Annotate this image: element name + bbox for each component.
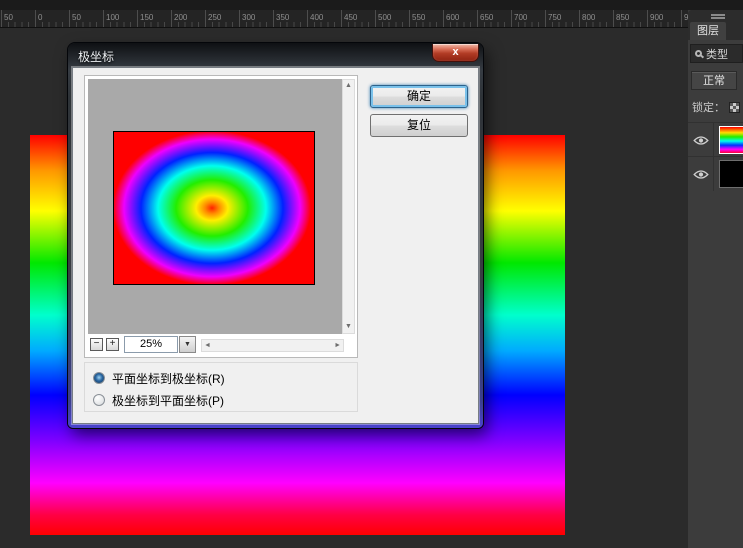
scroll-down-icon[interactable]: ▼ <box>345 321 352 333</box>
layer-thumbnail-black[interactable] <box>719 160 743 188</box>
radio-polar-to-rect-label: 极坐标到平面坐标(P) <box>112 392 224 409</box>
search-icon <box>695 50 702 57</box>
preview-viewport[interactable] <box>88 79 342 334</box>
eye-icon <box>693 169 709 180</box>
ruler-tick-label: 350 <box>276 13 289 22</box>
ruler-tick-label: 750 <box>548 13 561 22</box>
scroll-left-icon[interactable]: ◄ <box>202 342 213 349</box>
ruler-tick-label: 200 <box>174 13 187 22</box>
radio-rect-to-polar[interactable]: 平面坐标到极坐标(R) <box>93 370 225 386</box>
lock-transparency-icon[interactable] <box>729 102 740 113</box>
dialog-body: ▲ ▼ − + 25% ▼ ◄ ► 平面坐标到极坐标(R) 极坐标到平 <box>72 67 479 424</box>
ruler-tick-label: 500 <box>378 13 391 22</box>
app-top-strip <box>0 0 743 10</box>
lock-options-row: 锁定： <box>688 95 743 119</box>
layers-panel-body: 类型 正常 锁定： <box>688 40 743 548</box>
layer-thumbnail-rainbow[interactable] <box>719 126 743 154</box>
ruler-tick-label: 950 <box>684 13 688 22</box>
visibility-toggle[interactable] <box>688 123 714 157</box>
layers-panel: 图层 类型 正常 锁定： <box>688 10 743 548</box>
preview-panel: ▲ ▼ − + 25% ▼ ◄ ► <box>84 75 358 358</box>
ruler-tick-label: 100 <box>106 13 119 22</box>
ruler-tick-label: 900 <box>650 13 663 22</box>
ruler-tick-label: 850 <box>616 13 629 22</box>
close-icon[interactable]: x <box>432 44 479 62</box>
zoom-in-button[interactable]: + <box>106 338 119 351</box>
layer-filter-field[interactable]: 类型 <box>690 44 743 63</box>
reset-button[interactable]: 复位 <box>370 114 468 137</box>
layer-row-gradient[interactable] <box>688 122 743 156</box>
tab-layers[interactable]: 图层 <box>690 22 726 40</box>
eye-icon <box>693 135 709 146</box>
ruler-tick-label: 650 <box>480 13 493 22</box>
ruler-tick-label: 600 <box>446 13 459 22</box>
panel-header-strip <box>688 10 743 22</box>
collapse-panel-icon[interactable] <box>711 14 725 19</box>
ruler-tick-label: 300 <box>242 13 255 22</box>
horizontal-ruler: 5005010015020025030035040045050055060065… <box>0 10 688 28</box>
preview-horizontal-scrollbar[interactable]: ◄ ► <box>201 339 344 352</box>
radio-unselected-icon <box>93 394 105 406</box>
zoom-percent-value[interactable]: 25% <box>124 336 178 353</box>
dialog-title: 极坐标 <box>78 48 114 65</box>
radio-polar-to-rect[interactable]: 极坐标到平面坐标(P) <box>93 392 224 408</box>
zoom-controls-row: − + 25% ▼ ◄ ► <box>88 336 356 356</box>
conversion-options-group: 平面坐标到极坐标(R) 极坐标到平面坐标(P) <box>84 362 358 412</box>
panel-tab-bar: 图层 <box>688 22 743 40</box>
ruler-tick-label: 50 <box>72 13 81 22</box>
ruler-tick-label: 700 <box>514 13 527 22</box>
ok-button[interactable]: 确定 <box>370 85 468 108</box>
ruler-tick-label: 50 <box>4 13 13 22</box>
polar-preview-image <box>113 131 315 285</box>
visibility-toggle[interactable] <box>688 157 714 191</box>
ruler-tick-label: 0 <box>38 13 42 22</box>
radio-selected-icon <box>93 372 105 384</box>
layers-list <box>688 122 743 190</box>
layer-row-black[interactable] <box>688 156 743 190</box>
zoom-dropdown-button[interactable]: ▼ <box>179 336 196 353</box>
ruler-tick-label: 250 <box>208 13 221 22</box>
ruler-tick-label: 450 <box>344 13 357 22</box>
ruler-tick-label: 550 <box>412 13 425 22</box>
scroll-right-icon[interactable]: ► <box>332 342 343 349</box>
polar-coordinates-dialog: 极坐标 x ▲ ▼ − + 25% ▼ ◄ ► <box>68 43 483 428</box>
blend-mode-row: 正常 <box>688 67 743 93</box>
radio-rect-to-polar-label: 平面坐标到极坐标(R) <box>112 370 225 387</box>
preview-vertical-scrollbar[interactable]: ▲ ▼ <box>342 79 355 334</box>
zoom-out-button[interactable]: − <box>90 338 103 351</box>
ruler-tick-label: 150 <box>140 13 153 22</box>
ruler-tick-label: 800 <box>582 13 595 22</box>
scroll-up-icon[interactable]: ▲ <box>345 80 352 92</box>
blend-mode-select[interactable]: 正常 <box>691 71 737 90</box>
lock-label: 锁定： <box>692 99 725 115</box>
filter-kind-label: 类型 <box>706 46 728 62</box>
ruler-tick-label: 400 <box>310 13 323 22</box>
